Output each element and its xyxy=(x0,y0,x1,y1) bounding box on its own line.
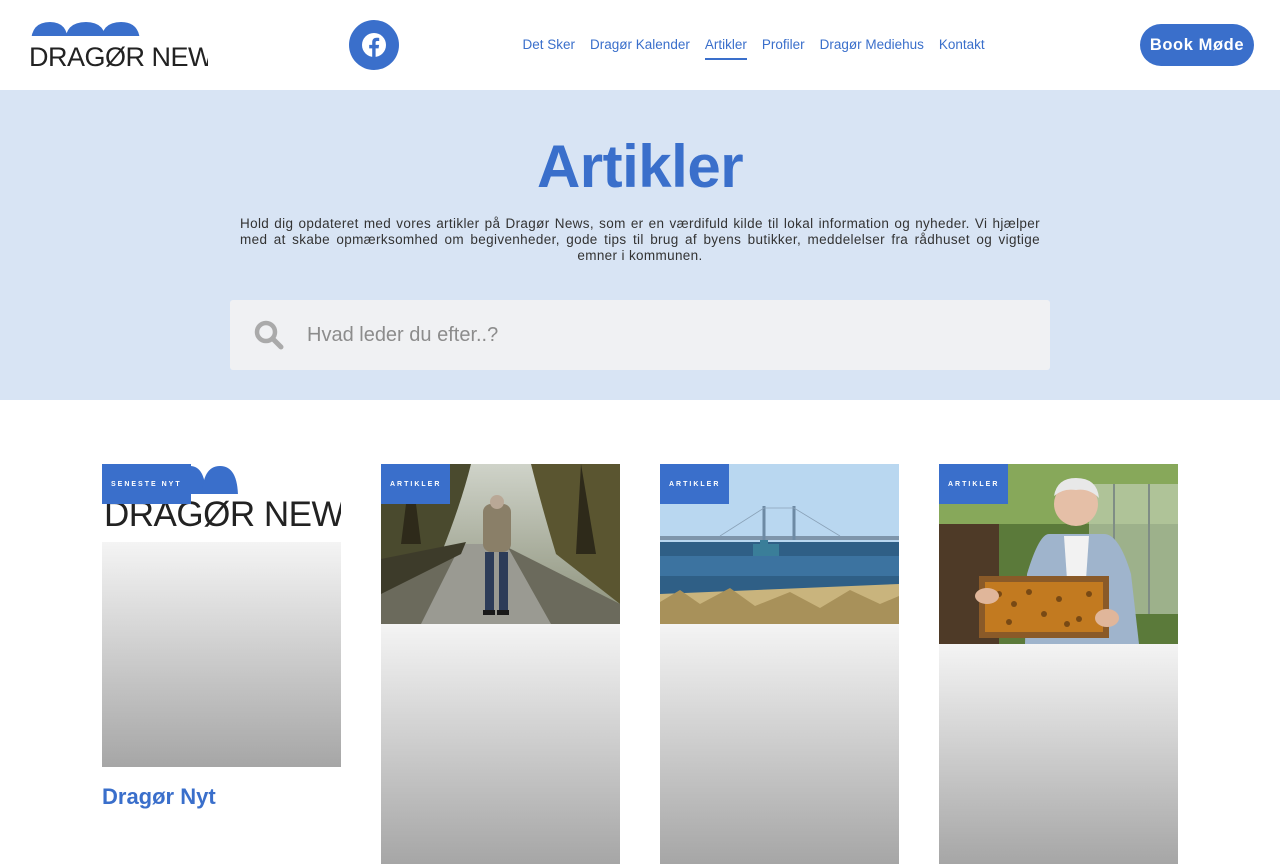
article-card[interactable]: ARTIKLER xyxy=(939,464,1178,864)
nav-dragor-kalender[interactable]: Dragør Kalender xyxy=(583,36,698,60)
article-card[interactable]: ARTIKLER xyxy=(660,464,899,864)
site-logo[interactable]: DRAGØR NEWS xyxy=(28,20,231,72)
card-gradient xyxy=(939,644,1178,864)
site-header: DRAGØR NEWS Det Sker Dragør Kalender Art… xyxy=(0,0,1280,90)
logo-wordmark: DRAGØR NEWS xyxy=(29,42,208,70)
card-tag: ARTIKLER xyxy=(660,464,730,504)
search-icon[interactable] xyxy=(254,320,284,350)
card-tag: SENESTE NYT xyxy=(102,464,191,504)
card-gradient xyxy=(660,624,899,864)
facebook-icon xyxy=(362,33,386,58)
search-bar[interactable] xyxy=(230,300,1050,370)
nav-dragor-mediehus[interactable]: Dragør Mediehus xyxy=(812,36,931,60)
card-gradient xyxy=(102,542,341,767)
card-tag: ARTIKLER xyxy=(939,464,1009,504)
card-tag: ARTIKLER xyxy=(381,464,451,504)
article-card[interactable]: DRAGØR NEWS SENESTE NYT Dragør Nyt xyxy=(102,464,341,864)
search-input[interactable] xyxy=(307,323,1007,347)
hero-description: Hold dig opdateret med vores artikler på… xyxy=(240,216,1040,263)
card-gradient xyxy=(381,624,620,864)
page-title: Artikler xyxy=(536,133,744,200)
nav-det-sker[interactable]: Det Sker xyxy=(515,36,583,60)
article-card[interactable]: ARTIKLER xyxy=(381,464,620,864)
main-nav: Det Sker Dragør Kalender Artikler Profil… xyxy=(515,36,992,60)
card-title[interactable]: Dragør Nyt xyxy=(102,784,216,810)
nav-artikler[interactable]: Artikler xyxy=(697,36,754,60)
hero-section: Artikler Hold dig opdateret med vores ar… xyxy=(0,90,1280,400)
nav-profiler[interactable]: Profiler xyxy=(754,36,812,60)
nav-kontakt[interactable]: Kontakt xyxy=(931,36,992,60)
book-meeting-button[interactable]: Book Møde xyxy=(1140,24,1254,66)
facebook-button[interactable] xyxy=(349,20,399,70)
